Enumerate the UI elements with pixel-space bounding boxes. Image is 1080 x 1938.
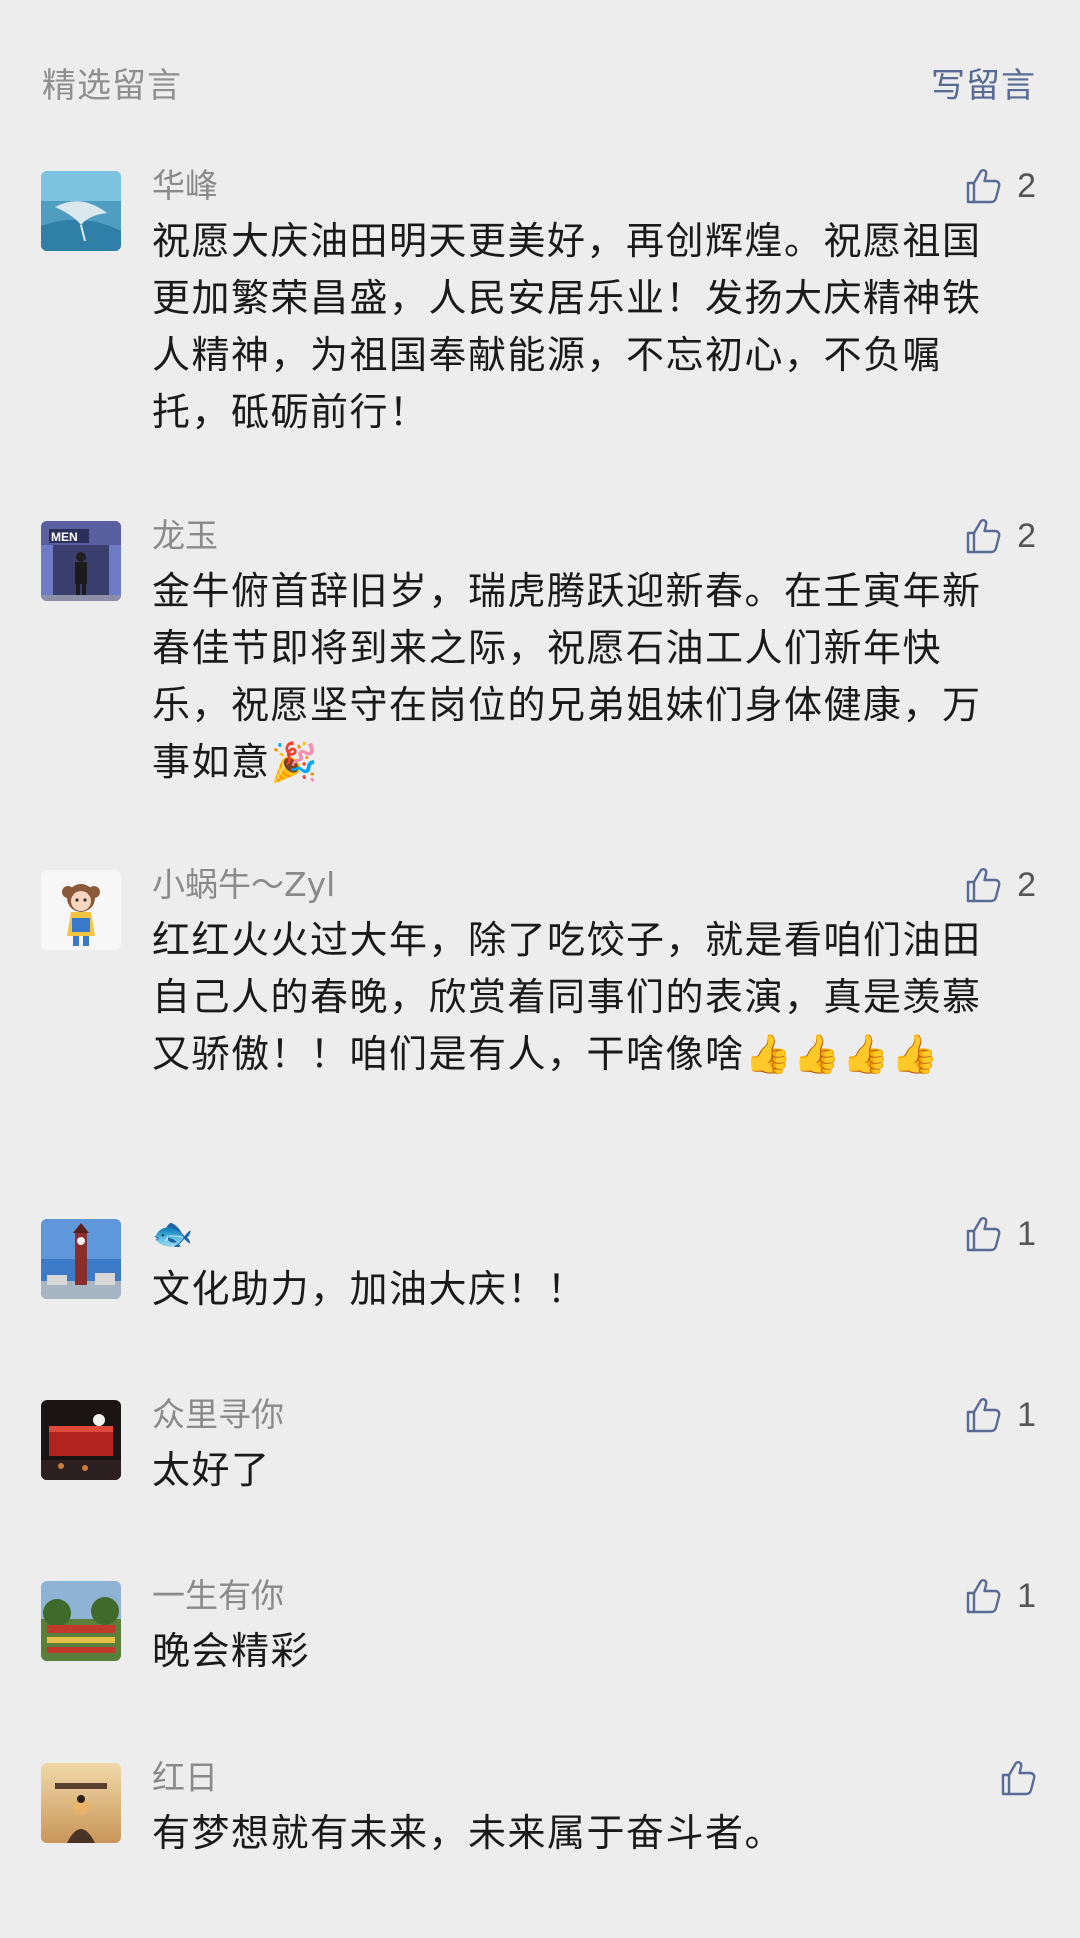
comments-header: 精选留言 写留言 [0,0,1080,176]
thumbs-up-icon [963,166,1003,206]
like-button[interactable]: 2 [963,161,1036,211]
thumbs-up-icon [998,1758,1038,1798]
comment-text: 红红火火过大年，除了吃饺子，就是看咱们油田自己人的春晚，欣赏着同事们的表演，真是… [152,918,982,1076]
comment-nickname[interactable]: 众里寻你 [152,1392,284,1438]
like-button[interactable]: 1 [963,1390,1036,1440]
thumbs-up-icon [963,1214,1003,1254]
like-count: 1 [1017,1576,1036,1615]
comment-text: 金牛俯首辞旧岁，瑞虎腾跃迎新春。在壬寅年新春佳节即将到来之际，祝愿石油工人们新年… [152,569,982,784]
comment-nickname[interactable]: 红日 [152,1755,218,1801]
comment-nickname[interactable]: 华峰 [152,163,218,209]
avatar[interactable]: MEN [41,521,121,601]
like-button[interactable]: 2 [963,860,1036,910]
like-count: 2 [1017,865,1036,904]
like-button[interactable] [998,1753,1038,1803]
comment-nickname[interactable]: 龙玉 [152,513,218,559]
featured-comments-title: 精选留言 [42,66,182,106]
thumbs-up-icon [963,865,1003,905]
manta-ray-ocean-avatar-icon [41,171,121,251]
comment-text: 文化助力，加油大庆！！ [152,1267,587,1311]
thumbs-up-icon [963,1576,1003,1616]
write-comment-button[interactable]: 写留言 [931,62,1036,110]
like-button[interactable]: 1 [963,1209,1036,1259]
avatar[interactable] [41,870,121,950]
cartoon-girl-avatar-icon [41,870,121,950]
stage-lights-avatar-icon [41,1400,121,1480]
like-button[interactable]: 1 [963,1571,1036,1621]
comment-text: 晚会精彩 [152,1629,311,1673]
like-count: 1 [1017,1214,1036,1253]
sunset-figure-avatar-icon [41,1763,121,1843]
avatar[interactable] [41,1581,121,1661]
thumbs-up-icon [963,1395,1003,1435]
like-count: 2 [1017,166,1036,205]
thumbs-up-icon [963,516,1003,556]
comment-nickname[interactable]: 一生有你 [152,1573,284,1619]
comment-text: 有梦想就有未来，未来属于奋斗者。 [152,1811,785,1855]
comment-text: 祝愿大庆油田明天更美好，再创辉煌。祝愿祖国更加繁荣昌盛，人民安居乐业！发扬大庆精… [152,219,982,434]
comment-nickname[interactable]: 小蜗牛～Zyl [152,862,335,908]
like-count: 1 [1017,1395,1036,1434]
men-sign-person-avatar-icon: MEN [41,521,121,601]
like-count: 2 [1017,516,1036,555]
clock-tower-avatar-icon [41,1219,121,1299]
comment-text: 太好了 [152,1448,271,1492]
svg-text:MEN: MEN [51,530,78,544]
avatar[interactable] [41,1400,121,1480]
avatar[interactable] [41,1219,121,1299]
avatar[interactable] [41,1763,121,1843]
avatar[interactable] [41,171,121,251]
garden-scene-avatar-icon [41,1581,121,1661]
like-button[interactable]: 2 [963,511,1036,561]
comment-nickname[interactable]: 🐟 [152,1211,193,1257]
